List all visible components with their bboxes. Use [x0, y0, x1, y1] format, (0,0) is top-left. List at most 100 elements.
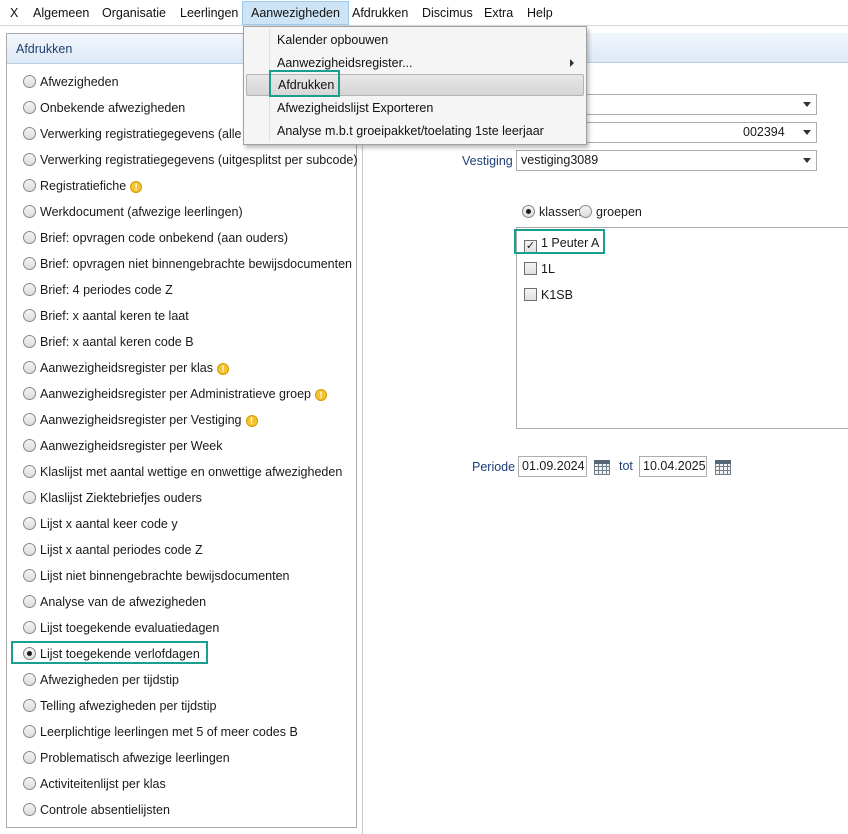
- option-klaslijst-ziektebriefjes[interactable]: Klaslijst Ziektebriefjes ouders: [23, 489, 202, 507]
- radio-button[interactable]: [23, 309, 36, 322]
- menu-item-aanwezigheidsregister[interactable]: Aanwezigheidsregister...: [246, 52, 584, 74]
- radio-button[interactable]: [23, 335, 36, 348]
- option-label: Brief: x aantal keren te laat: [40, 309, 189, 323]
- menu-item-afwezigheidslijst-exporteren[interactable]: Afwezigheidslijst Exporteren: [246, 97, 584, 119]
- option-label: Verwerking registratiegegevens (uitgespl…: [40, 153, 358, 167]
- menu-discimus[interactable]: Discimus: [422, 4, 473, 22]
- option-afwezigheden-tijdstip[interactable]: Afwezigheden per tijdstip: [23, 671, 179, 689]
- option-label: Lijst x aantal keer code y: [40, 517, 178, 531]
- menu-x[interactable]: X: [10, 4, 18, 22]
- option-brief-bewijsdocumenten[interactable]: Brief: opvragen niet binnengebrachte bew…: [23, 255, 352, 273]
- menu-algemeen[interactable]: Algemeen: [33, 4, 89, 22]
- option-register-per-week[interactable]: Aanwezigheidsregister per Week: [23, 437, 223, 455]
- radio-button[interactable]: [23, 387, 36, 400]
- radio-button[interactable]: [23, 283, 36, 296]
- radio-button[interactable]: [23, 127, 36, 140]
- radio-button[interactable]: [23, 517, 36, 530]
- radio-button[interactable]: [23, 777, 36, 790]
- radio-button[interactable]: [23, 257, 36, 270]
- radio-button[interactable]: [23, 803, 36, 816]
- menu-organisatie[interactable]: Organisatie: [102, 4, 166, 22]
- class-item-1l[interactable]: 1L: [524, 260, 555, 278]
- radio-button[interactable]: [23, 465, 36, 478]
- tot-label: tot: [619, 459, 633, 473]
- radio-button[interactable]: [23, 361, 36, 374]
- option-problematisch[interactable]: Problematisch afwezige leerlingen: [23, 749, 230, 767]
- radio-button[interactable]: [23, 231, 36, 244]
- radio-button[interactable]: [23, 673, 36, 686]
- radio-button[interactable]: [579, 205, 592, 218]
- option-evaluatiedagen[interactable]: Lijst toegekende evaluatiedagen: [23, 619, 219, 637]
- radio-button[interactable]: [23, 491, 36, 504]
- option-lijst-bewijsdocumenten[interactable]: Lijst niet binnengebrachte bewijsdocumen…: [23, 567, 289, 585]
- option-register-per-klas[interactable]: Aanwezigheidsregister per klas!: [23, 359, 230, 377]
- option-register-per-adm-groep[interactable]: Aanwezigheidsregister per Administratiev…: [23, 385, 327, 403]
- radio-button[interactable]: [23, 543, 36, 556]
- option-registratiefiche[interactable]: Registratiefiche!: [23, 177, 143, 195]
- radio-button[interactable]: [23, 75, 36, 88]
- date-to-input[interactable]: 10.04.2025: [639, 456, 707, 477]
- menu-leerlingen[interactable]: Leerlingen: [180, 4, 238, 22]
- menu-extra[interactable]: Extra: [484, 4, 513, 22]
- groepen-radio-option[interactable]: groepen: [579, 203, 642, 221]
- radio-button-selected[interactable]: [23, 647, 36, 660]
- vestiging-combo[interactable]: vestiging3089: [516, 150, 817, 171]
- menu-help[interactable]: Help: [527, 4, 553, 22]
- option-werkdocument[interactable]: Werkdocument (afwezige leerlingen): [23, 203, 243, 221]
- menu-item-kalender-opbouwen[interactable]: Kalender opbouwen: [246, 29, 584, 51]
- option-brief-4-periodes[interactable]: Brief: 4 periodes code Z: [23, 281, 173, 299]
- option-register-per-vestiging[interactable]: Aanwezigheidsregister per Vestiging!: [23, 411, 258, 429]
- radio-button[interactable]: [23, 101, 36, 114]
- menu-item-label: Aanwezigheidsregister...: [277, 56, 413, 70]
- option-label: Brief: x aantal keren code B: [40, 335, 194, 349]
- option-verwerking-subcode[interactable]: Verwerking registratiegegevens (uitgespl…: [23, 151, 358, 169]
- option-activiteitenlijst[interactable]: Activiteitenlijst per klas: [23, 775, 166, 793]
- radio-button[interactable]: [23, 205, 36, 218]
- menu-aanwezigheden[interactable]: Aanwezigheden: [242, 1, 349, 25]
- option-lijst-periodes-z[interactable]: Lijst x aantal periodes code Z: [23, 541, 203, 559]
- checkbox[interactable]: [524, 262, 537, 275]
- option-brief-code-onbekend[interactable]: Brief: opvragen code onbekend (aan ouder…: [23, 229, 288, 247]
- checkbox[interactable]: [524, 288, 537, 301]
- radio-button[interactable]: [23, 439, 36, 452]
- option-verlofdagen[interactable]: Lijst toegekende verlofdagen: [23, 645, 200, 663]
- class-label: 1 Peuter A: [541, 236, 600, 250]
- menu-afdrukken[interactable]: Afdrukken: [352, 4, 408, 22]
- option-klaslijst-wettig[interactable]: Klaslijst met aantal wettige en onwettig…: [23, 463, 342, 481]
- option-label: Brief: opvragen code onbekend (aan ouder…: [40, 231, 289, 245]
- option-telling-tijdstip[interactable]: Telling afwezigheden per tijdstip: [23, 697, 217, 715]
- class-item-1-peuter-a[interactable]: ✓ 1 Peuter A: [524, 234, 600, 253]
- date-from-input[interactable]: 01.09.2024: [518, 456, 587, 477]
- calendar-icon[interactable]: [594, 460, 610, 475]
- radio-button-selected[interactable]: [522, 205, 535, 218]
- radio-button[interactable]: [23, 725, 36, 738]
- menu-item-afdrukken[interactable]: Afdrukken: [246, 74, 584, 96]
- class-label: 1L: [541, 262, 555, 276]
- option-brief-te-laat[interactable]: Brief: x aantal keren te laat: [23, 307, 189, 325]
- warning-icon: !: [130, 181, 143, 193]
- option-lijst-keer-code[interactable]: Lijst x aantal keer code y: [23, 515, 178, 533]
- option-analyse[interactable]: Analyse van de afwezigheden: [23, 593, 206, 611]
- radio-button[interactable]: [23, 699, 36, 712]
- option-onbekende-afwezigheden[interactable]: Onbekende afwezigheden: [23, 99, 185, 117]
- option-brief-code-b[interactable]: Brief: x aantal keren code B: [23, 333, 194, 351]
- klassen-radio-option[interactable]: klassen: [522, 203, 581, 221]
- class-label: K1SB: [541, 288, 573, 302]
- option-controle-absentielijsten[interactable]: Controle absentielijsten: [23, 801, 170, 819]
- option-verwerking-alle[interactable]: Verwerking registratiegegevens (alle co: [23, 125, 258, 143]
- radio-button[interactable]: [23, 179, 36, 192]
- radio-button[interactable]: [23, 595, 36, 608]
- option-leerplichtige-codes-b[interactable]: Leerplichtige leerlingen met 5 of meer c…: [23, 723, 298, 741]
- radio-button[interactable]: [23, 153, 36, 166]
- radio-button[interactable]: [23, 621, 36, 634]
- calendar-icon[interactable]: [715, 460, 731, 475]
- menu-item-analyse-groeipakket[interactable]: Analyse m.b.t groeipakket/toelating 1ste…: [246, 120, 584, 142]
- option-afwezigheden[interactable]: Afwezigheden: [23, 73, 119, 91]
- radio-button[interactable]: [23, 413, 36, 426]
- class-listbox[interactable]: ✓ 1 Peuter A 1L K1SB: [516, 227, 848, 429]
- checkbox-checked[interactable]: ✓: [524, 240, 537, 253]
- option-label: Verwerking registratiegegevens (alle co: [40, 127, 259, 141]
- radio-button[interactable]: [23, 751, 36, 764]
- radio-button[interactable]: [23, 569, 36, 582]
- class-item-k1sb[interactable]: K1SB: [524, 286, 573, 304]
